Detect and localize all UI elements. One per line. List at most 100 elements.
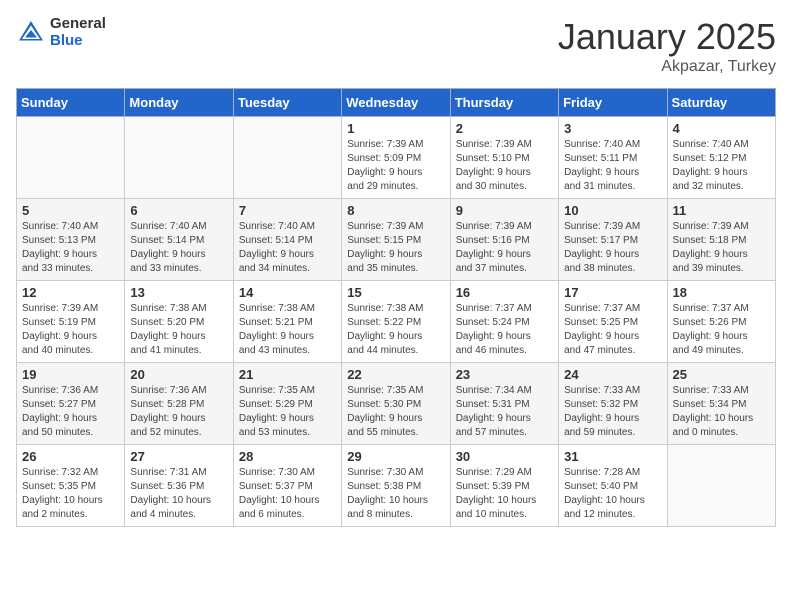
day-info: Sunrise: 7:35 AM Sunset: 5:29 PM Dayligh…	[239, 384, 336, 440]
day-number: 26	[22, 449, 119, 464]
day-number: 22	[347, 367, 444, 382]
page-header: General Blue January 2025 Akpazar, Turke…	[16, 16, 776, 76]
day-number: 20	[130, 367, 227, 382]
table-cell: 27 Sunrise: 7:31 AM Sunset: 5:36 PM Dayli…	[125, 445, 233, 527]
table-cell: 12 Sunrise: 7:39 AM Sunset: 5:19 PM Dayli…	[17, 281, 125, 363]
title-block: January 2025 Akpazar, Turkey	[558, 16, 776, 76]
col-monday: Monday	[125, 89, 233, 117]
day-info: Sunrise: 7:38 AM Sunset: 5:21 PM Dayligh…	[239, 302, 336, 358]
day-info: Sunrise: 7:37 AM Sunset: 5:26 PM Dayligh…	[673, 302, 770, 358]
day-number: 10	[564, 203, 661, 218]
table-cell: 17Sunrise: 7:37 AM Sunset: 5:25 PM Dayli…	[559, 281, 667, 363]
day-number: 3	[564, 121, 661, 136]
calendar-subtitle: Akpazar, Turkey	[558, 58, 776, 76]
calendar-header-row: Sunday Monday Tuesday Wednesday Thursday…	[17, 89, 776, 117]
logo-text: General Blue	[50, 16, 106, 49]
day-info: Sunrise: 7:28 AM Sunset: 5:40 PM Dayligh…	[564, 466, 661, 522]
calendar-title: January 2025	[558, 16, 776, 58]
table-cell	[233, 117, 341, 199]
col-thursday: Thursday	[450, 89, 558, 117]
day-info: Sunrise: 7:39 AM Sunset: 5:16 PM Dayligh…	[456, 220, 553, 276]
table-cell	[125, 117, 233, 199]
day-number: 18	[673, 285, 770, 300]
day-info: Sunrise: 7:33 AM Sunset: 5:34 PM Dayligh…	[673, 384, 770, 440]
day-number: 30	[456, 449, 553, 464]
day-number: 16	[456, 285, 553, 300]
day-info: Sunrise: 7:38 AM Sunset: 5:22 PM Dayligh…	[347, 302, 444, 358]
logo-blue-text: Blue	[50, 33, 106, 50]
day-info: Sunrise: 7:30 AM Sunset: 5:37 PM Dayligh…	[239, 466, 336, 522]
table-cell: 20Sunrise: 7:36 AM Sunset: 5:28 PM Dayli…	[125, 363, 233, 445]
day-info: Sunrise: 7:39 AM Sunset: 5:09 PM Dayligh…	[347, 138, 444, 194]
table-cell: 2Sunrise: 7:39 AM Sunset: 5:10 PM Daylig…	[450, 117, 558, 199]
calendar-week-4: 19 Sunrise: 7:36 AM Sunset: 5:27 PM Dayli…	[17, 363, 776, 445]
table-cell: 13Sunrise: 7:38 AM Sunset: 5:20 PM Dayli…	[125, 281, 233, 363]
day-number: 8	[347, 203, 444, 218]
day-info: Sunrise: 7:40 AM Sunset: 5:14 PM Dayligh…	[130, 220, 227, 276]
col-wednesday: Wednesday	[342, 89, 450, 117]
day-number: 25	[673, 367, 770, 382]
day-info: Sunrise: 7:39 AM Sunset: 5:18 PM Dayligh…	[673, 220, 770, 276]
logo: General Blue	[16, 16, 106, 49]
day-number: 9	[456, 203, 553, 218]
day-info: Sunrise: 7:39 AM Sunset: 5:17 PM Dayligh…	[564, 220, 661, 276]
day-number: 17	[564, 285, 661, 300]
day-number: 29	[347, 449, 444, 464]
day-number: 4	[673, 121, 770, 136]
calendar-table: Sunday Monday Tuesday Wednesday Thursday…	[16, 88, 776, 527]
logo-general-text: General	[50, 16, 106, 33]
day-number: 28	[239, 449, 336, 464]
day-number: 31	[564, 449, 661, 464]
calendar-week-1: 1 Sunrise: 7:39 AM Sunset: 5:09 PM Daylig…	[17, 117, 776, 199]
day-info: Sunrise: 7:38 AM Sunset: 5:20 PM Dayligh…	[130, 302, 227, 358]
table-cell: 18 Sunrise: 7:37 AM Sunset: 5:26 PM Dayli…	[667, 281, 775, 363]
day-number: 6	[130, 203, 227, 218]
day-info: Sunrise: 7:34 AM Sunset: 5:31 PM Dayligh…	[456, 384, 553, 440]
table-cell: 26 Sunrise: 7:32 AM Sunset: 5:35 PM Dayli…	[17, 445, 125, 527]
table-cell: 28 Sunrise: 7:30 AM Sunset: 5:37 PM Dayli…	[233, 445, 341, 527]
table-cell: 25 Sunrise: 7:33 AM Sunset: 5:34 PM Dayli…	[667, 363, 775, 445]
table-cell	[17, 117, 125, 199]
day-info: Sunrise: 7:36 AM Sunset: 5:27 PM Dayligh…	[22, 384, 119, 440]
col-tuesday: Tuesday	[233, 89, 341, 117]
day-number: 27	[130, 449, 227, 464]
table-cell	[667, 445, 775, 527]
table-cell: 16 Sunrise: 7:37 AM Sunset: 5:24 PM Dayli…	[450, 281, 558, 363]
calendar-week-2: 5Sunrise: 7:40 AM Sunset: 5:13 PM Daylig…	[17, 199, 776, 281]
day-number: 12	[22, 285, 119, 300]
table-cell: 3 Sunrise: 7:40 AM Sunset: 5:11 PM Daylig…	[559, 117, 667, 199]
table-cell: 5Sunrise: 7:40 AM Sunset: 5:13 PM Daylig…	[17, 199, 125, 281]
table-cell: 6 Sunrise: 7:40 AM Sunset: 5:14 PM Daylig…	[125, 199, 233, 281]
day-info: Sunrise: 7:40 AM Sunset: 5:11 PM Dayligh…	[564, 138, 661, 194]
day-info: Sunrise: 7:31 AM Sunset: 5:36 PM Dayligh…	[130, 466, 227, 522]
col-friday: Friday	[559, 89, 667, 117]
col-saturday: Saturday	[667, 89, 775, 117]
table-cell: 19 Sunrise: 7:36 AM Sunset: 5:27 PM Dayli…	[17, 363, 125, 445]
table-cell: 31 Sunrise: 7:28 AM Sunset: 5:40 PM Dayli…	[559, 445, 667, 527]
day-info: Sunrise: 7:40 AM Sunset: 5:12 PM Dayligh…	[673, 138, 770, 194]
day-info: Sunrise: 7:30 AM Sunset: 5:38 PM Dayligh…	[347, 466, 444, 522]
table-cell: 21 Sunrise: 7:35 AM Sunset: 5:29 PM Dayli…	[233, 363, 341, 445]
day-number: 5	[22, 203, 119, 218]
day-number: 2	[456, 121, 553, 136]
day-info: Sunrise: 7:39 AM Sunset: 5:19 PM Dayligh…	[22, 302, 119, 358]
table-cell: 1 Sunrise: 7:39 AM Sunset: 5:09 PM Daylig…	[342, 117, 450, 199]
table-cell: 24Sunrise: 7:33 AM Sunset: 5:32 PM Dayli…	[559, 363, 667, 445]
day-number: 15	[347, 285, 444, 300]
day-number: 21	[239, 367, 336, 382]
day-number: 7	[239, 203, 336, 218]
day-number: 24	[564, 367, 661, 382]
table-cell: 14 Sunrise: 7:38 AM Sunset: 5:21 PM Dayli…	[233, 281, 341, 363]
day-info: Sunrise: 7:40 AM Sunset: 5:14 PM Dayligh…	[239, 220, 336, 276]
day-number: 11	[673, 203, 770, 218]
table-cell: 7 Sunrise: 7:40 AM Sunset: 5:14 PM Daylig…	[233, 199, 341, 281]
day-number: 1	[347, 121, 444, 136]
table-cell: 11 Sunrise: 7:39 AM Sunset: 5:18 PM Dayli…	[667, 199, 775, 281]
day-info: Sunrise: 7:37 AM Sunset: 5:24 PM Dayligh…	[456, 302, 553, 358]
table-cell: 4 Sunrise: 7:40 AM Sunset: 5:12 PM Daylig…	[667, 117, 775, 199]
day-number: 14	[239, 285, 336, 300]
logo-icon	[16, 18, 46, 48]
day-info: Sunrise: 7:32 AM Sunset: 5:35 PM Dayligh…	[22, 466, 119, 522]
table-cell: 8Sunrise: 7:39 AM Sunset: 5:15 PM Daylig…	[342, 199, 450, 281]
day-number: 19	[22, 367, 119, 382]
